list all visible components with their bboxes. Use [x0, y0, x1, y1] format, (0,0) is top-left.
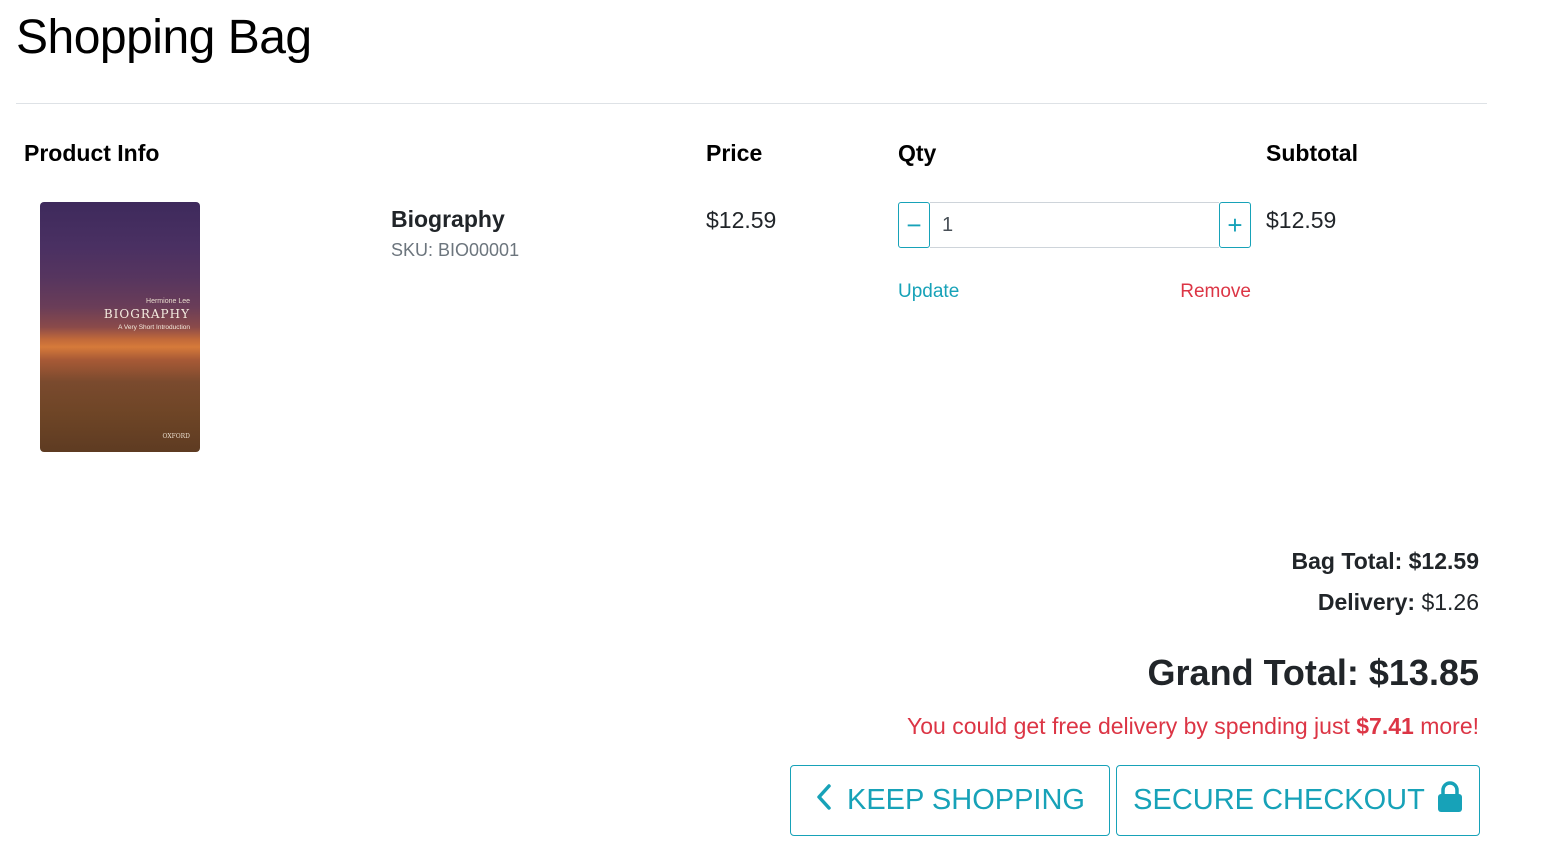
column-header-price: Price	[706, 140, 763, 166]
product-name[interactable]: Biography	[391, 206, 505, 233]
free-delivery-suffix: more!	[1420, 713, 1479, 739]
shopping-bag-page: Shopping Bag Product Info Price Qty Subt…	[0, 0, 1549, 853]
column-header-subtotal: Subtotal	[1266, 140, 1358, 166]
lock-icon	[1437, 780, 1463, 821]
delivery-label: Delivery:	[1317, 589, 1416, 615]
update-link[interactable]: Update	[898, 281, 959, 303]
grand-total: Grand Total: $13.85	[1148, 652, 1479, 694]
page-title: Shopping Bag	[16, 11, 312, 64]
delivery-value: $1.26	[1421, 589, 1479, 615]
free-delivery-amount: $7.41	[1356, 713, 1414, 739]
quantity-input[interactable]	[930, 202, 1219, 248]
keep-shopping-button[interactable]: KEEP SHOPPING	[790, 765, 1110, 836]
header-divider	[16, 103, 1487, 104]
chevron-left-icon	[815, 783, 833, 819]
product-image[interactable]: Hermione Lee BIOGRAPHY A Very Short Intr…	[40, 202, 200, 452]
remove-link[interactable]: Remove	[1180, 281, 1251, 303]
cover-author: Hermione Lee	[146, 298, 190, 305]
increment-button[interactable]: +	[1219, 202, 1251, 248]
secure-checkout-label: SECURE CHECKOUT	[1133, 784, 1425, 816]
grand-total-value: $13.85	[1368, 652, 1479, 693]
bag-total: Bag Total: $12.59	[1292, 548, 1479, 575]
product-price: $12.59	[706, 207, 777, 233]
decrement-button[interactable]: −	[898, 202, 930, 248]
product-subtotal: $12.59	[1266, 207, 1337, 233]
quantity-stepper: − +	[898, 202, 1251, 248]
bag-total-value: $12.59	[1408, 548, 1479, 574]
column-header-product-info: Product Info	[24, 140, 160, 166]
free-delivery-message: You could get free delivery by spending …	[907, 713, 1479, 740]
grand-total-label: Grand Total:	[1147, 652, 1359, 693]
cover-publisher: OXFORD	[162, 433, 191, 440]
cover-subtitle: A Very Short Introduction	[118, 324, 190, 331]
bag-total-label: Bag Total:	[1291, 548, 1403, 574]
column-header-qty: Qty	[898, 140, 937, 166]
cover-title: BIOGRAPHY	[103, 307, 190, 321]
secure-checkout-button[interactable]: SECURE CHECKOUT	[1116, 765, 1480, 836]
keep-shopping-label: KEEP SHOPPING	[847, 784, 1085, 816]
product-sku: SKU: BIO00001	[391, 240, 520, 260]
delivery-total: Delivery: $1.26	[1318, 589, 1479, 616]
free-delivery-prefix: You could get free delivery by spending …	[907, 713, 1350, 739]
